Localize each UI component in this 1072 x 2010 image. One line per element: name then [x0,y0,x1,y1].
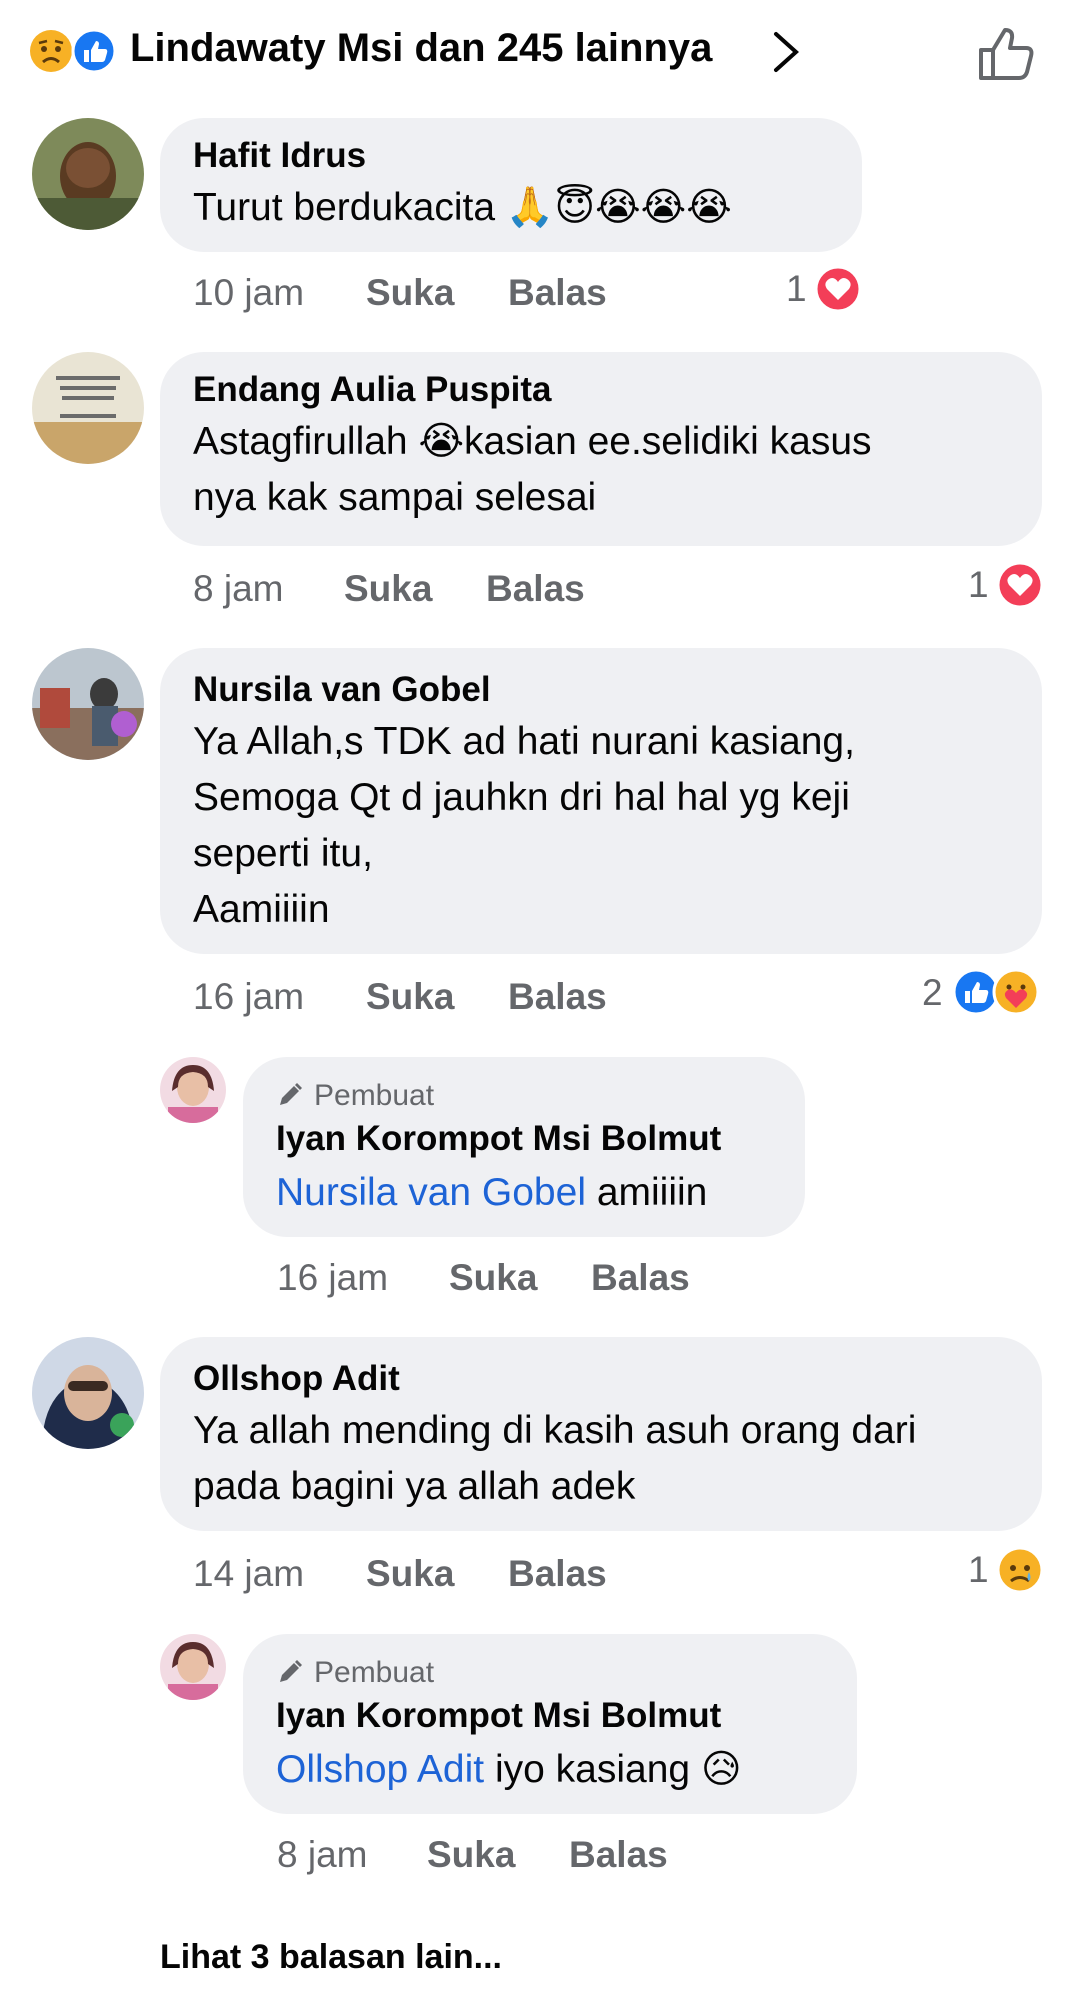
author-badge-label: Pembuat [314,1656,435,1689]
reply-text: Nursila van Gobel amiiiin [276,1165,707,1221]
mention-link[interactable]: Nursila van Gobel [276,1171,586,1214]
reply-time: 16 jam [277,1257,389,1298]
avatar-image [160,1057,226,1123]
reply-button[interactable]: Balas [508,1553,607,1595]
comment-time: 10 jam [193,272,305,313]
avatar-ollshop-adit[interactable] [32,1337,144,1449]
reply-bubble[interactable]: Pembuat Iyan Korompot Msi Bolmut Ollshop… [243,1634,857,1814]
comment-text: Ya Allah,s TDK ad hati nurani kasiang, S… [193,714,855,938]
avatar-hafit-idrus[interactable] [32,118,144,230]
reply-bubble[interactable]: Pembuat Iyan Korompot Msi Bolmut Nursila… [243,1057,805,1237]
comment-line: Turut berdukacita 🙏😇😭😭😭 [193,186,732,229]
comment-bubble[interactable]: Hafit Idrus Turut berdukacita 🙏😇😭😭😭 [160,118,862,252]
reply-button[interactable]: Balas [508,272,607,314]
author-badge-label: Pembuat [314,1079,435,1112]
avatar-iyan-korompot[interactable] [160,1634,226,1700]
chevron-right-icon[interactable] [768,30,804,74]
care-icon [992,968,1040,1016]
comment-line: Aamiiiin [193,888,330,931]
comment-line: Astagfirullah 😭kasian ee.selidiki kasus [193,420,872,463]
reply-text-body: iyo kasiang 😥 [484,1748,742,1791]
reply-text-body: amiiiin [585,1171,708,1214]
reaction-count[interactable]: 1 [968,1549,989,1591]
avatar-endang-aulia-puspita[interactable] [32,352,144,464]
avatar-image [32,118,144,230]
comment-text: Ya allah mending di kasih asuh orang dar… [193,1403,916,1515]
view-more-replies-link[interactable]: Lihat 3 balasan lain... [160,1938,502,1977]
comment-line: Ya allah mending di kasih asuh orang dar… [193,1409,917,1452]
comment-time: 8 jam [193,568,284,609]
reaction-count[interactable]: 2 [922,972,943,1014]
comment-bubble[interactable]: Ollshop Adit Ya allah mending di kasih a… [160,1337,1042,1531]
avatar-image [160,1634,226,1700]
comment-line: Ya Allah,s TDK ad hati nurani kasiang, [193,720,855,763]
comment-line: Semoga Qt d jauhkn dri hal hal yg keji [193,776,850,819]
like-button[interactable]: Suka [344,568,432,610]
comment-time: 16 jam [193,976,305,1017]
heart-icon [814,265,862,313]
comment-line: pada bagini ya allah adek [193,1465,636,1508]
reply-button[interactable]: Balas [486,568,585,610]
mention-link[interactable]: Ollshop Adit [276,1748,484,1791]
like-button[interactable]: Suka [449,1257,537,1299]
avatar-image [32,352,144,464]
comment-author[interactable]: Ollshop Adit [193,1359,400,1399]
like-icon [71,28,117,74]
reply-button[interactable]: Balas [569,1834,668,1876]
comment-bubble[interactable]: Nursila van Gobel Ya Allah,s TDK ad hati… [160,648,1042,954]
pencil-icon [280,1660,302,1682]
thumbs-up-outline-icon[interactable] [975,22,1037,84]
avatar-image [32,648,144,760]
reply-text: Ollshop Adit iyo kasiang 😥 [276,1742,742,1798]
author-badge: Pembuat [276,1079,434,1113]
comment-time: 14 jam [193,1553,305,1594]
reply-button[interactable]: Balas [508,976,607,1018]
avatar-nursila-van-gobel[interactable] [32,648,144,760]
like-button[interactable]: Suka [366,1553,454,1595]
reaction-summary-icons [30,28,117,74]
sad-icon [996,1546,1044,1594]
like-icon [952,968,1000,1016]
comment-author[interactable]: Nursila van Gobel [193,670,491,710]
reply-author[interactable]: Iyan Korompot Msi Bolmut [276,1119,721,1159]
sad-face-icon [30,30,72,72]
comment-line: seperti itu, [193,832,373,875]
comment-author[interactable]: Hafit Idrus [193,136,366,176]
heart-icon [996,561,1044,609]
comment-bubble[interactable]: Endang Aulia Puspita Astagfirullah 😭kasi… [160,352,1042,546]
like-button[interactable]: Suka [366,976,454,1018]
reply-author[interactable]: Iyan Korompot Msi Bolmut [276,1696,721,1736]
comment-text: Astagfirullah 😭kasian ee.selidiki kasus … [193,414,872,526]
reply-time: 8 jam [277,1834,368,1875]
comment-line: nya kak sampai selesai [193,476,597,519]
comment-author[interactable]: Endang Aulia Puspita [193,370,551,410]
reply-button[interactable]: Balas [591,1257,690,1299]
reaction-count[interactable]: 1 [786,268,807,310]
like-button[interactable]: Suka [427,1834,515,1876]
author-badge: Pembuat [276,1656,434,1690]
like-button[interactable]: Suka [366,272,454,314]
reaction-icons [952,968,1040,1016]
comment-text: Turut berdukacita 🙏😇😭😭😭 [193,180,732,236]
reactions-header[interactable]: Lindawaty Msi dan 245 lainnya [0,0,1072,105]
avatar-image [32,1337,144,1449]
reaction-count[interactable]: 1 [968,564,989,606]
reactions-summary-text[interactable]: Lindawaty Msi dan 245 lainnya [130,26,712,71]
pencil-icon [280,1083,302,1105]
avatar-iyan-korompot[interactable] [160,1057,226,1123]
